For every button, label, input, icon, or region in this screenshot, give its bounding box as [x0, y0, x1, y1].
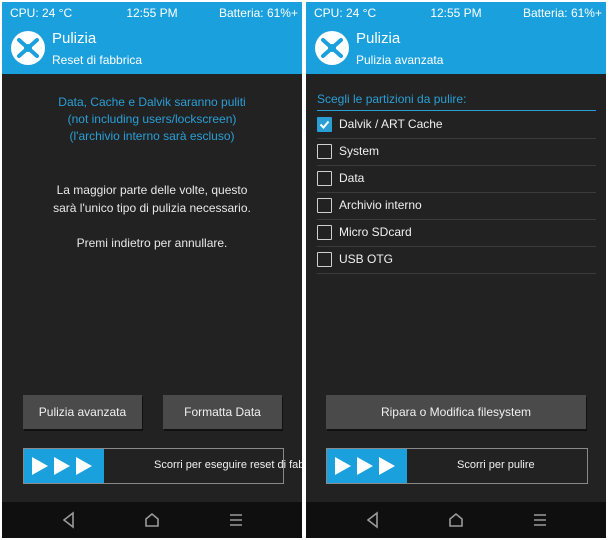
- slider-label: Scorri per pulire: [457, 459, 535, 471]
- page-title: Pulizia: [52, 30, 97, 47]
- repair-filesystem-button[interactable]: Ripara o Modifica filesystem: [326, 395, 586, 429]
- info-line: Data, Cache e Dalvik saranno puliti: [58, 95, 246, 109]
- status-bar: CPU: 24 °C 12:55 PM Batteria: 61%+: [2, 2, 302, 24]
- advanced-wipe-screen: CPU: 24 °C 12:55 PM Batteria: 61%+ Puliz…: [306, 2, 606, 538]
- partition-checkbox[interactable]: [317, 225, 332, 240]
- twrp-logo-icon: [315, 31, 349, 65]
- checkmark-icon: [319, 120, 330, 129]
- nav-bar: [306, 502, 606, 538]
- info-line: La maggior parte delle volte, questo: [56, 183, 248, 197]
- slider-handle[interactable]: [24, 449, 104, 483]
- page-header: Pulizia Pulizia avanzata: [306, 24, 606, 74]
- info-line: sarà l'unico tipo di pulizia necessario.: [53, 201, 251, 215]
- partition-label: Archivio interno: [339, 198, 422, 212]
- partition-row-micro-sdcard[interactable]: Micro SDcard: [317, 219, 596, 247]
- page-title: Pulizia: [356, 30, 401, 47]
- partition-label: Data: [339, 171, 365, 185]
- nav-back-icon[interactable]: [60, 511, 78, 529]
- nav-home-icon[interactable]: [143, 511, 161, 529]
- partition-label: Dalvik / ART Cache: [339, 117, 443, 131]
- twrp-logo-icon: [11, 31, 45, 65]
- battery-level: Batteria: 61%+: [218, 6, 298, 20]
- wipe-slider[interactable]: Scorri per pulire: [326, 448, 588, 484]
- status-bar: CPU: 24 °C 12:55 PM Batteria: 61%+: [306, 2, 606, 24]
- partition-checkbox[interactable]: [317, 198, 332, 213]
- slider-label: Scorri per eseguire reset di fabbrica: [154, 459, 302, 471]
- nav-bar: [2, 502, 302, 538]
- partition-checkbox[interactable]: [317, 144, 332, 159]
- info-line: (l'archivio interno sarà escluso): [69, 129, 235, 143]
- partition-checkbox[interactable]: [317, 117, 332, 132]
- page-subtitle: Pulizia avanzata: [356, 53, 444, 67]
- battery-level: Batteria: 61%+: [522, 6, 602, 20]
- partition-label: USB OTG: [339, 252, 394, 266]
- factory-reset-screen: CPU: 24 °C 12:55 PM Batteria: 61%+ Puliz…: [2, 2, 302, 538]
- partition-row-system[interactable]: System: [317, 138, 596, 166]
- partition-row-usb-otg[interactable]: USB OTG: [317, 246, 596, 274]
- partitions-heading: Scegli le partizioni da pulire:: [317, 92, 467, 106]
- partition-checkbox[interactable]: [317, 252, 332, 267]
- advanced-wipe-button[interactable]: Pulizia avanzata: [23, 395, 142, 429]
- slide-arrows-icon: [32, 457, 92, 475]
- back-note: Premi indietro per annullare.: [76, 236, 228, 250]
- format-data-button[interactable]: Formatta Data: [163, 395, 282, 429]
- nav-home-icon[interactable]: [447, 511, 465, 529]
- page-subtitle: Reset di fabbrica: [52, 53, 143, 67]
- partition-label: Micro SDcard: [339, 225, 412, 239]
- partition-checkbox[interactable]: [317, 171, 332, 186]
- partition-row-data[interactable]: Data: [317, 165, 596, 193]
- slide-arrows-icon: [335, 457, 395, 475]
- partition-row-internal-storage[interactable]: Archivio interno: [317, 192, 596, 220]
- info-line: (not including users/lockscreen): [67, 112, 237, 126]
- nav-recents-icon[interactable]: [227, 511, 245, 529]
- nav-recents-icon[interactable]: [531, 511, 549, 529]
- partition-label: System: [339, 144, 380, 158]
- factory-reset-slider[interactable]: Scorri per eseguire reset di fabbrica: [23, 448, 302, 484]
- page-header: Pulizia Reset di fabbrica: [2, 24, 302, 74]
- nav-back-icon[interactable]: [364, 511, 382, 529]
- partition-row-dalvik[interactable]: Dalvik / ART Cache: [317, 111, 596, 139]
- slider-handle[interactable]: [327, 449, 407, 483]
